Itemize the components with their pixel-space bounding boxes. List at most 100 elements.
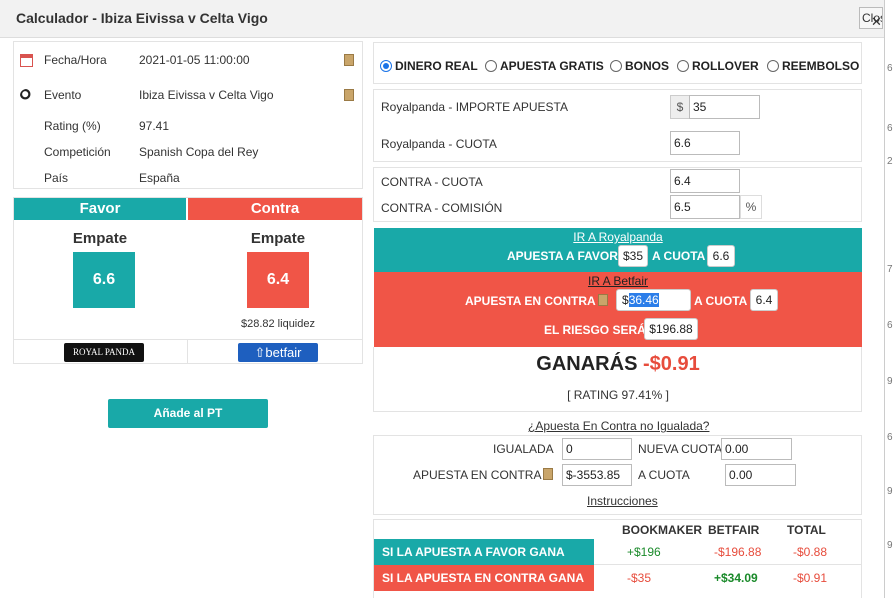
- scrollbar[interactable]: 6 6 2 7 6 9 6 9 9: [884, 0, 893, 598]
- stake-input[interactable]: 35: [689, 95, 760, 119]
- soccer-ball-icon: [20, 89, 33, 102]
- lay-stake-value: 36.46: [628, 293, 659, 307]
- commission-input[interactable]: 6.5: [670, 195, 740, 219]
- currency-addon: $: [670, 95, 690, 119]
- info-label: Fecha/Hora: [44, 53, 107, 67]
- radio-label: DINERO REAL: [395, 59, 478, 73]
- radio-rollover[interactable]: ROLLOVER: [677, 59, 759, 73]
- info-value: 2021-01-05 11:00:00: [139, 53, 250, 67]
- risk-value: $196.88: [644, 318, 698, 340]
- favor-amount: $35: [618, 245, 648, 267]
- profit-label: GANARÁS: [536, 353, 638, 375]
- edge-char: 6: [887, 63, 893, 74]
- lay-amount-label: APUESTA EN CONTRA: [413, 468, 542, 482]
- bookmaker-value: +$196: [627, 545, 661, 559]
- copy-icon[interactable]: [344, 89, 354, 101]
- radio-apuesta-gratis[interactable]: APUESTA GRATIS: [485, 59, 604, 73]
- betfair-logo-text: betfair: [265, 345, 302, 360]
- matched-input[interactable]: 0: [562, 438, 632, 460]
- row-label: SI LA APUESTA A FAVOR GANA: [374, 539, 594, 565]
- radio-label: ROLLOVER: [692, 59, 759, 73]
- radio-circle[interactable]: [767, 60, 779, 72]
- contra-odds[interactable]: 6.4: [247, 252, 309, 308]
- lay-odds-label: A CUOTA: [638, 468, 690, 482]
- total-value: -$0.88: [793, 545, 828, 559]
- event-info-panel: Fecha/Hora 2021-01-05 11:00:00 Evento Ib…: [13, 41, 363, 189]
- edge-char: 2: [887, 156, 893, 167]
- favor-odds[interactable]: 6.6: [73, 252, 135, 308]
- column-header: TOTAL: [787, 523, 826, 537]
- table-row: SI LA APUESTA A FAVOR GANA +$196 -$196.8…: [374, 539, 862, 565]
- radio-circle[interactable]: [677, 60, 689, 72]
- profit-value: -$0.91: [642, 353, 700, 375]
- contra-odds-text: A CUOTA: [694, 294, 748, 308]
- contra-bet-text: APUESTA EN CONTRA: [465, 294, 596, 308]
- contra-outcome: Empate: [250, 230, 306, 247]
- stake-label: Royalpanda - IMPORTE APUESTA: [381, 100, 568, 114]
- risk-text: EL RIESGO SERÁ: [544, 323, 646, 337]
- odds-input[interactable]: 6.6: [670, 131, 740, 155]
- matched-label: IGUALADA: [493, 442, 554, 456]
- edge-char: 7: [887, 264, 893, 275]
- radio-circle[interactable]: [610, 60, 622, 72]
- royal-panda-logo[interactable]: ROYAL PANDA: [64, 343, 144, 362]
- odds-label: Royalpanda - CUOTA: [381, 137, 497, 151]
- copy-icon[interactable]: [344, 54, 354, 66]
- info-label: Competición: [44, 145, 111, 159]
- profit-result: GANARÁS -$0.91: [374, 353, 862, 376]
- row-label: SI LA APUESTA EN CONTRA GANA: [374, 565, 594, 591]
- lay-stake-input[interactable]: $36.46: [616, 289, 691, 311]
- percent-addon: %: [740, 195, 762, 219]
- info-label: País: [44, 171, 69, 185]
- edge-char: 6: [887, 432, 893, 443]
- info-value: España: [139, 171, 180, 185]
- divider: [14, 339, 362, 340]
- new-odds-label: NUEVA CUOTA: [638, 442, 723, 456]
- favor-header: Favor: [14, 198, 186, 220]
- modal-title: Calculador - Ibiza Eivissa v Celta Vigo: [16, 10, 268, 26]
- bookmaker-value: -$35: [627, 571, 652, 585]
- contra-band: IR A Betfair APUESTA EN CONTRA $36.46 A …: [374, 272, 862, 347]
- betfair-value: +$34.09: [714, 571, 758, 585]
- betfair-logo[interactable]: ⇧betfair: [238, 343, 318, 362]
- info-row-rating: Rating (%) 97.41: [14, 119, 362, 139]
- favor-odds-text: A CUOTA: [652, 249, 706, 263]
- liquidity-text: $28.82 liquidez: [240, 318, 315, 330]
- info-value: 97.41: [139, 119, 170, 133]
- edge-char: 9: [887, 540, 893, 551]
- radio-label: APUESTA GRATIS: [500, 59, 604, 73]
- radio-dinero-real[interactable]: DINERO REAL: [380, 59, 478, 73]
- rating-line: [ RATING 97.41% ]: [567, 388, 669, 402]
- lay-odds-input[interactable]: 6.4: [670, 169, 740, 193]
- go-to-betfair-link[interactable]: IR A Betfair: [374, 274, 862, 288]
- radio-circle[interactable]: [485, 60, 497, 72]
- favor-band: IR A Royalpanda APUESTA A FAVOR $35 A CU…: [374, 228, 862, 272]
- add-to-pt-button[interactable]: Añade al PT: [108, 399, 268, 428]
- copy-icon[interactable]: [598, 294, 608, 306]
- new-odds-input[interactable]: 0.00: [721, 438, 792, 460]
- instructions-link[interactable]: Instrucciones: [587, 494, 658, 508]
- favor-bet-text: APUESTA A FAVOR: [507, 249, 618, 263]
- radio-circle[interactable]: [380, 60, 392, 72]
- radio-reembolso[interactable]: REEMBOLSO: [767, 59, 859, 73]
- info-row-competition: Competición Spanish Copa del Rey: [14, 145, 362, 165]
- radio-label: REEMBOLSO: [782, 59, 860, 73]
- go-to-royalpanda-link[interactable]: IR A Royalpanda: [374, 230, 862, 244]
- calendar-icon: [20, 54, 33, 67]
- arrow-up-icon: ⇧: [254, 345, 266, 360]
- commission-label: CONTRA - COMISIÓN: [381, 201, 503, 215]
- column-header: BOOKMAKER: [622, 523, 702, 537]
- info-value: Spanish Copa del Rey: [139, 145, 259, 159]
- contra-odds-value: 6.4: [750, 289, 778, 311]
- contra-header: Contra: [188, 198, 362, 220]
- radio-bonos[interactable]: BONOS: [610, 59, 669, 73]
- info-row-event: Evento Ibiza Eivissa v Celta Vigo: [14, 88, 362, 108]
- copy-icon[interactable]: [543, 468, 553, 480]
- close-icon[interactable]: ✕: [871, 14, 882, 30]
- unmatched-bet-link[interactable]: ¿Apuesta En Contra no Igualada?: [528, 419, 709, 433]
- edge-char: 9: [887, 376, 893, 387]
- lay-odds-input[interactable]: 0.00: [725, 464, 796, 486]
- info-label: Rating (%): [44, 119, 101, 133]
- lay-amount-input[interactable]: $-3553.85: [562, 464, 632, 486]
- info-row-date: Fecha/Hora 2021-01-05 11:00:00: [14, 53, 362, 73]
